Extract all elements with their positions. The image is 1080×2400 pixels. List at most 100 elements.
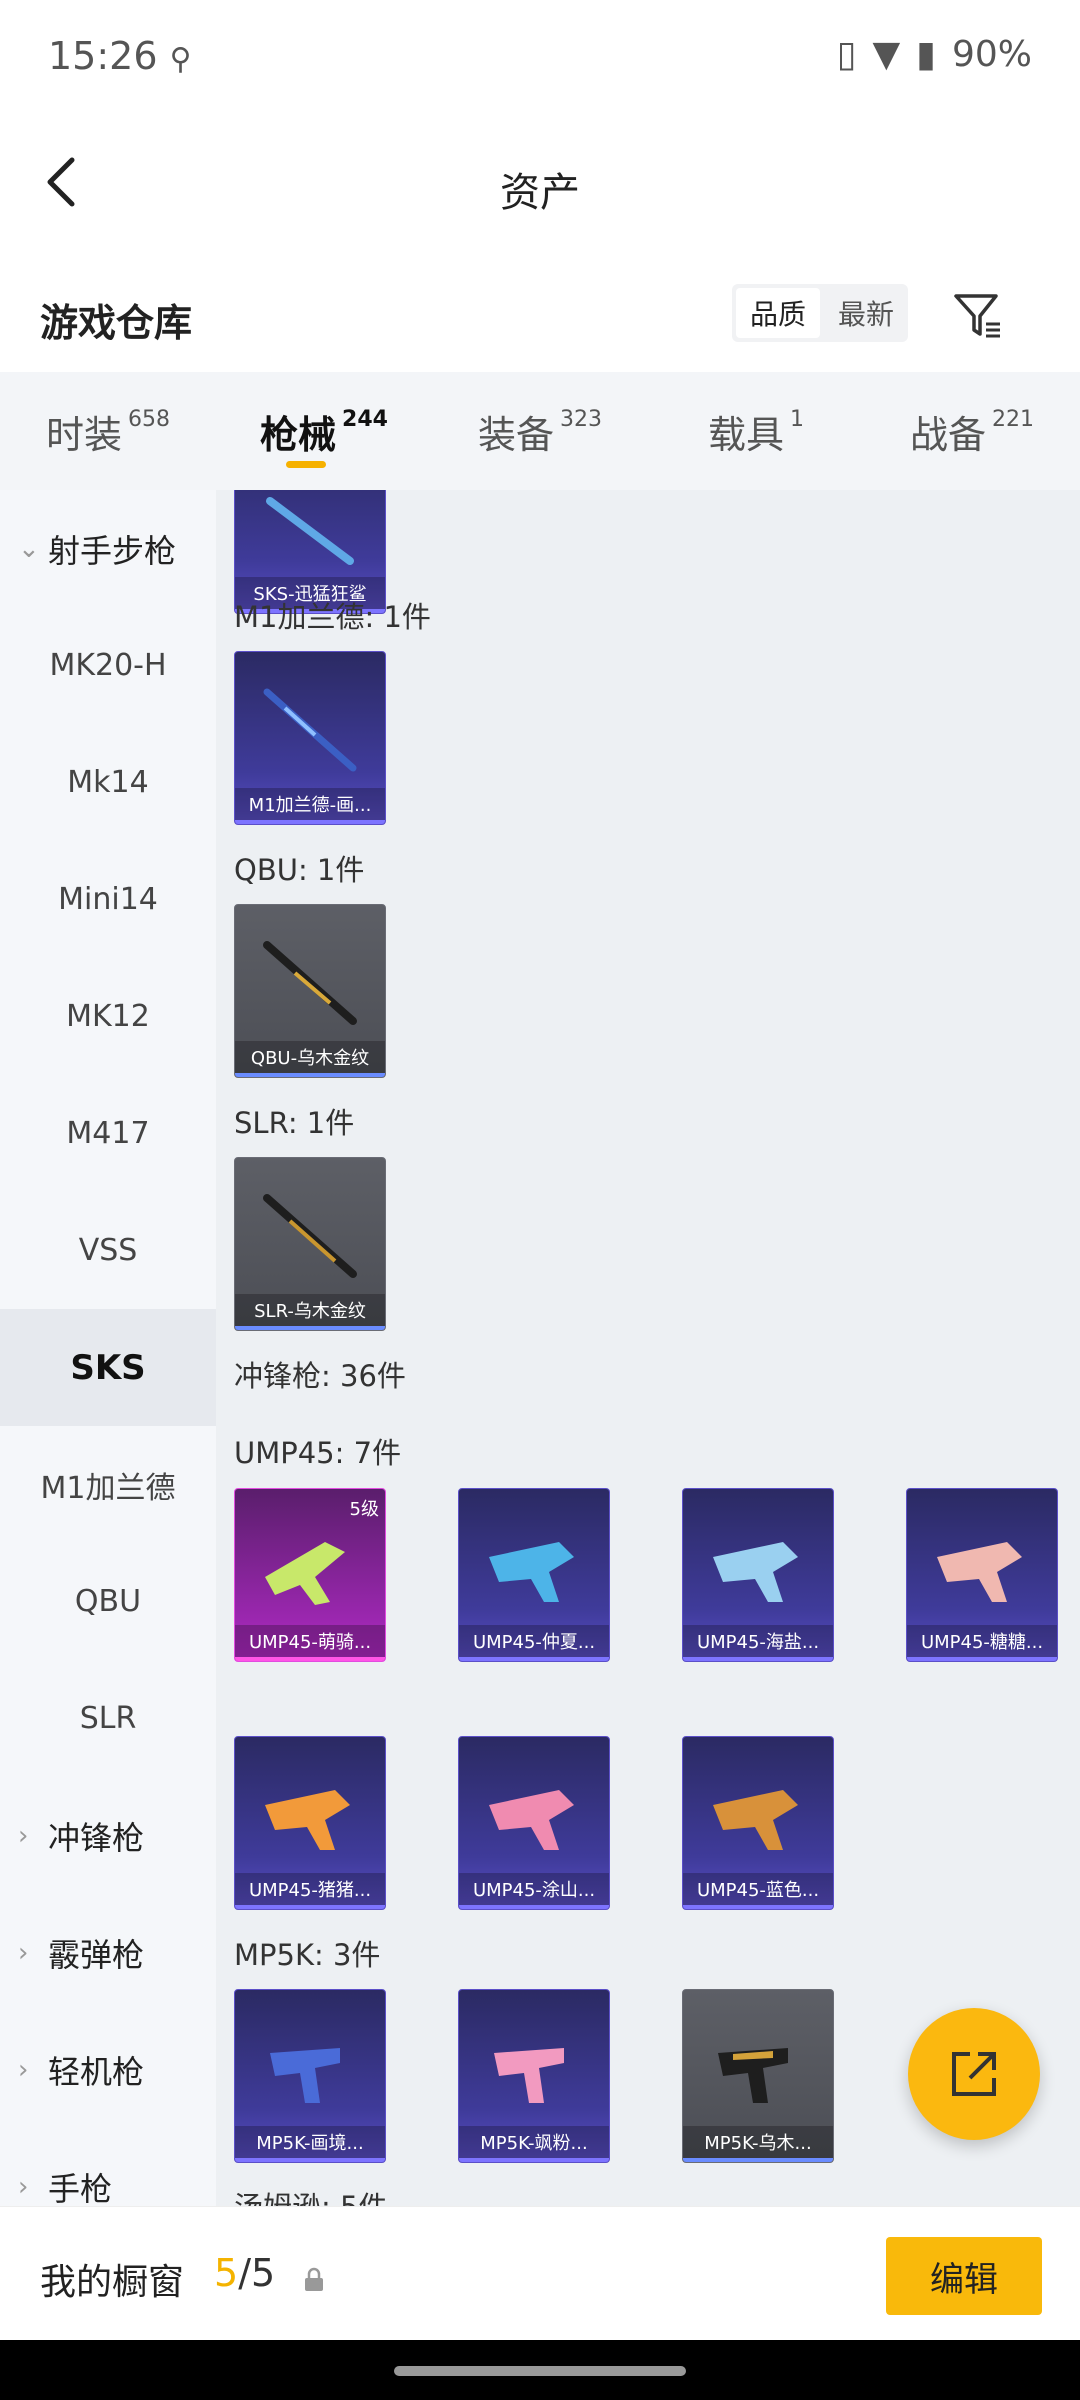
weapon-card[interactable]: SLR-乌木金纹 xyxy=(234,1157,386,1331)
showcase-bar: 我的橱窗 5/5 编辑 xyxy=(0,2206,1080,2341)
card-name: MP5K-飒粉... xyxy=(459,2126,609,2162)
sidebar-item-active[interactable]: SKS xyxy=(0,1309,216,1426)
weapon-grid: SKS-迅猛狂鲨 M1加兰德: 1件 M1加兰德-画... QBU: 1件 QB… xyxy=(216,490,1080,2206)
share-button[interactable] xyxy=(908,2008,1040,2140)
weapon-card[interactable]: MP5K-画境... xyxy=(234,1989,386,2163)
weapon-card[interactable]: QBU-乌木金纹 xyxy=(234,904,386,1078)
battery-level: 90% xyxy=(951,34,1032,75)
card-name: UMP45-海盐... xyxy=(683,1625,833,1661)
weapon-card[interactable]: UMP45-蓝色... xyxy=(682,1736,834,1910)
sidebar-cat-label: 霰弹枪 xyxy=(48,1935,145,1974)
weapon-sidebar: ⌄ 射手步枪 MK20-H Mk14 Mini14 MK12 M417 VSS S… xyxy=(0,490,216,2206)
card-rarity-bar xyxy=(235,1073,385,1077)
group-label: M1加兰德: 1件 xyxy=(234,600,431,634)
chevron-right-icon: › xyxy=(18,1820,29,1851)
sidebar-item[interactable]: Mini14 xyxy=(0,841,216,958)
home-handle[interactable] xyxy=(394,2366,686,2376)
card-rarity-bar xyxy=(907,1657,1057,1661)
rifle-icon xyxy=(263,1194,357,1278)
weapon-card[interactable]: UMP45-海盐... xyxy=(682,1488,834,1662)
weapon-card[interactable]: 5级 UMP45-萌骑... xyxy=(234,1488,386,1662)
header: 资产 xyxy=(0,110,1080,260)
tab-label: 装备 xyxy=(477,412,554,457)
lock-icon xyxy=(305,2267,323,2291)
tab-count: 323 xyxy=(560,406,602,432)
chevron-down-icon: ⌄ xyxy=(18,533,40,564)
weapon-card[interactable]: UMP45-涂山... xyxy=(458,1736,610,1910)
tab-outfits[interactable]: 时装 658 xyxy=(0,372,216,490)
battery-icon: ▮ xyxy=(916,34,936,75)
status-bar: 15:26 ⚲ ▯ ▼ ▮ 90% xyxy=(0,0,1080,110)
sidebar-item[interactable]: VSS xyxy=(0,1192,216,1309)
tab-equipment[interactable]: 装备 323 xyxy=(432,372,648,490)
card-rarity-bar xyxy=(235,1326,385,1330)
card-rarity-bar xyxy=(235,1905,385,1909)
sidebar-item[interactable]: M417 xyxy=(0,1075,216,1192)
status-icons: ▯ ▼ ▮ 90% xyxy=(837,34,1032,75)
sidebar-cat-smg[interactable]: › 冲锋枪 xyxy=(0,1777,216,1894)
search-icon: ⚲ xyxy=(169,42,192,77)
group-label: 汤姆逊: 5件 xyxy=(234,2184,387,2206)
card-name: UMP45-蓝色... xyxy=(683,1873,833,1909)
tab-gear[interactable]: 战备 221 xyxy=(864,372,1080,490)
category-label: 冲锋枪: 36件 xyxy=(234,1359,406,1393)
card-name: UMP45-猪猪... xyxy=(235,1873,385,1909)
count-total: /5 xyxy=(238,2251,276,2295)
group-label: QBU: 1件 xyxy=(234,853,365,887)
showcase-label: 我的橱窗 xyxy=(40,2262,185,2303)
tab-label: 枪械 xyxy=(260,412,337,457)
card-rarity-bar xyxy=(235,1657,385,1661)
smg-icon xyxy=(713,1790,798,1850)
smg-icon xyxy=(718,2048,788,2103)
sort-quality-button[interactable]: 品质 xyxy=(736,288,820,338)
sidebar-cat-label: 射手步枪 xyxy=(48,531,177,570)
section-title: 游戏仓库 xyxy=(40,301,193,345)
sidebar-cat-lmg[interactable]: › 轻机枪 xyxy=(0,2011,216,2128)
sidebar-item[interactable]: MK20-H xyxy=(0,607,216,724)
weapon-card[interactable]: MP5K-飒粉... xyxy=(458,1989,610,2163)
filter-icon[interactable] xyxy=(950,288,1006,344)
tab-count: 221 xyxy=(992,406,1034,432)
tab-weapons[interactable]: 枪械 244 xyxy=(216,372,432,490)
tab-label: 载具 xyxy=(707,412,784,457)
category-tabs: 时装 658 枪械 244 装备 323 载具 1 战备 221 xyxy=(0,372,1080,490)
card-name: UMP45-糖糖... xyxy=(907,1625,1057,1661)
smg-icon xyxy=(494,2048,564,2103)
chevron-right-icon: › xyxy=(18,1937,29,1968)
tab-label: 战备 xyxy=(909,412,986,457)
weapon-card[interactable]: MP5K-乌木... xyxy=(682,1989,834,2163)
sidebar-item[interactable]: M1加兰德 xyxy=(0,1426,216,1543)
vibrate-icon: ▯ xyxy=(836,34,857,75)
card-rarity-bar xyxy=(235,2158,385,2162)
card-rarity-bar xyxy=(683,1905,833,1909)
external-link-icon xyxy=(952,2052,996,2096)
tab-underline xyxy=(286,461,326,468)
group-label: UMP45: 7件 xyxy=(234,1436,402,1470)
showcase-count: 5/5 xyxy=(214,2251,275,2295)
tab-vehicles[interactable]: 载具 1 xyxy=(648,372,864,490)
weapon-card[interactable]: UMP45-猪猪... xyxy=(234,1736,386,1910)
sidebar-item[interactable]: SLR xyxy=(0,1660,216,1777)
sidebar-item[interactable]: QBU xyxy=(0,1543,216,1660)
card-rarity-bar xyxy=(683,2158,833,2162)
weapon-card[interactable]: M1加兰德-画... xyxy=(234,651,386,825)
smg-icon xyxy=(270,2048,340,2103)
tab-count: 1 xyxy=(790,406,804,432)
card-name: MP5K-画境... xyxy=(235,2126,385,2162)
weapon-card[interactable]: UMP45-仲夏... xyxy=(458,1488,610,1662)
weapon-card[interactable]: UMP45-糖糖... xyxy=(906,1488,1058,1662)
sidebar-cat-sniper[interactable]: ⌄ 射手步枪 xyxy=(0,490,216,607)
card-name: M1加兰德-画... xyxy=(235,788,385,824)
rifle-icon xyxy=(263,941,357,1025)
sidebar-item[interactable]: MK12 xyxy=(0,958,216,1075)
system-nav-bar xyxy=(0,2340,1080,2400)
sidebar-item[interactable]: Mk14 xyxy=(0,724,216,841)
card-name: QBU-乌木金纹 xyxy=(235,1041,385,1077)
card-name: UMP45-仲夏... xyxy=(459,1625,609,1661)
edit-button[interactable]: 编辑 xyxy=(886,2237,1042,2315)
sort-latest-button[interactable]: 最新 xyxy=(824,284,908,342)
sidebar-cat-shotgun[interactable]: › 霰弹枪 xyxy=(0,1894,216,2011)
warehouse-header: 游戏仓库 品质 最新 xyxy=(0,260,1080,372)
rifle-icon xyxy=(263,688,357,772)
sidebar-cat-pistol[interactable]: › 手枪 xyxy=(0,2128,216,2207)
